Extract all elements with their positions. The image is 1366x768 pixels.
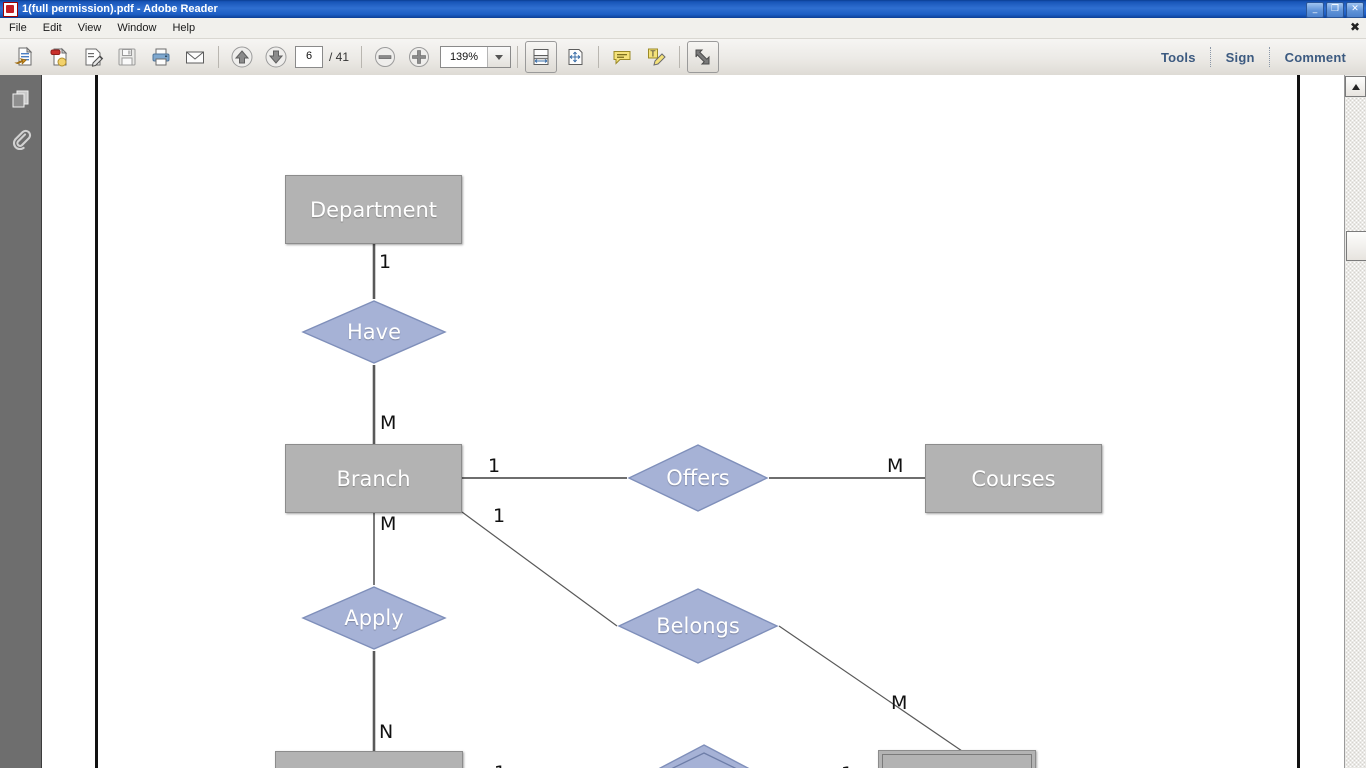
menu-bar: File Edit View Window Help ✖ [0, 18, 1366, 39]
cardinality-branch-offers: 1 [488, 455, 501, 477]
edit-pdf-icon[interactable] [77, 41, 109, 73]
scroll-up-icon [1351, 83, 1360, 90]
svg-text:T: T [650, 50, 656, 59]
menu-window[interactable]: Window [110, 20, 163, 36]
save-icon[interactable] [111, 41, 143, 73]
edge-branch-belongs [461, 511, 618, 627]
window-controls: _ ❐ ✕ [1306, 2, 1364, 18]
zoom-in-icon[interactable] [403, 41, 435, 73]
cardinality-belongs-student: M [891, 692, 908, 714]
page-number-input[interactable]: 6 [295, 46, 323, 68]
scroll-up-button[interactable] [1345, 76, 1366, 97]
zoom-dropdown-button[interactable] [487, 47, 511, 67]
close-document-icon[interactable]: ✖ [1350, 21, 1360, 33]
open-file-icon[interactable] [9, 41, 41, 73]
diamond-shape [301, 586, 447, 650]
diamond-shape [301, 300, 447, 364]
right-panel-buttons: Tools Sign Comment [1147, 39, 1360, 75]
create-pdf-icon[interactable] [43, 41, 75, 73]
cardinality-branch-apply: M [380, 513, 397, 535]
entity-applicant[interactable]: Applicant [275, 751, 463, 768]
double-diamond-shape [658, 744, 750, 768]
read-mode-icon[interactable] [687, 41, 720, 73]
entity-label: Department [309, 197, 438, 222]
cardinality-branch-belongs: 1 [493, 505, 506, 527]
cardinality-selected-student: 1 [841, 763, 853, 768]
menu-file[interactable]: File [2, 20, 34, 36]
comment-button[interactable]: Comment [1271, 50, 1360, 65]
highlight-text-icon[interactable]: T [640, 41, 672, 73]
fit-page-icon[interactable] [559, 41, 591, 73]
cardinality-offers-courses: M [887, 455, 904, 477]
previous-page-icon[interactable] [226, 41, 258, 73]
diamond-shape [617, 588, 779, 664]
zoom-out-icon[interactable] [369, 41, 401, 73]
scrollbar-thumb[interactable] [1346, 231, 1366, 261]
toolbar-separator-2 [361, 46, 363, 68]
vertical-scrollbar[interactable] [1344, 75, 1366, 768]
navigation-sidebar [0, 75, 42, 768]
toolbar-separator-3 [517, 46, 519, 68]
entity-label: Courses [971, 466, 1056, 491]
minimize-button[interactable]: _ [1306, 2, 1324, 18]
adobe-reader-window: 1(full permission).pdf - Adobe Reader _ … [0, 0, 1366, 768]
sticky-note-icon[interactable] [606, 41, 638, 73]
cardinality-apply-applicant: N [379, 721, 394, 743]
attachments-icon[interactable] [6, 123, 36, 155]
pdf-icon [3, 1, 18, 17]
document-view[interactable]: Department Branch Courses Applicant Stud… [42, 75, 1345, 768]
entity-student[interactable]: Student [878, 750, 1036, 768]
relationship-apply[interactable]: Apply [301, 585, 447, 651]
zoom-level-value: 139% [449, 51, 479, 63]
toolbar-separator-5 [679, 46, 681, 68]
zoom-level-control[interactable]: 139% [440, 46, 512, 68]
diamond-shape [627, 444, 769, 512]
relationship-belongs[interactable]: Belongs [617, 587, 779, 665]
window-title: 1(full permission).pdf - Adobe Reader [22, 3, 218, 15]
cardinality-department-have: 1 [379, 251, 392, 273]
next-page-icon[interactable] [260, 41, 292, 73]
relationship-have[interactable]: Have [301, 299, 447, 365]
entity-courses[interactable]: Courses [925, 444, 1102, 513]
entity-label: Branch [336, 466, 411, 491]
toolbar-separator-4 [598, 46, 600, 68]
chevron-down-icon [495, 54, 504, 60]
entity-department[interactable]: Department [285, 175, 462, 244]
page-thumbnails-icon[interactable] [6, 83, 36, 115]
relationship-selected[interactable]: Selected [624, 743, 784, 768]
menu-view[interactable]: View [71, 20, 109, 36]
menu-edit[interactable]: Edit [36, 20, 69, 36]
cardinality-have-branch: M [380, 412, 397, 434]
title-bar: 1(full permission).pdf - Adobe Reader _ … [0, 0, 1366, 18]
entity-branch[interactable]: Branch [285, 444, 462, 513]
email-icon[interactable] [179, 41, 211, 73]
page-count-label: / 41 [329, 50, 350, 64]
main-toolbar: 6 / 41 139% T Tools Sign Comment [0, 39, 1366, 76]
fit-width-icon[interactable] [525, 41, 558, 73]
relationship-offers[interactable]: Offers [627, 443, 769, 513]
er-diagram: Department Branch Courses Applicant Stud… [42, 75, 1345, 768]
menu-help[interactable]: Help [165, 20, 202, 36]
restore-button[interactable]: ❐ [1326, 2, 1344, 18]
print-icon[interactable] [145, 41, 177, 73]
toolbar-separator [218, 46, 219, 68]
sign-button[interactable]: Sign [1212, 50, 1269, 65]
cardinality-applicant-selected: 1 [494, 762, 506, 768]
edge-belongs-student [778, 625, 963, 752]
close-button[interactable]: ✕ [1346, 2, 1364, 18]
tools-button[interactable]: Tools [1147, 50, 1210, 65]
